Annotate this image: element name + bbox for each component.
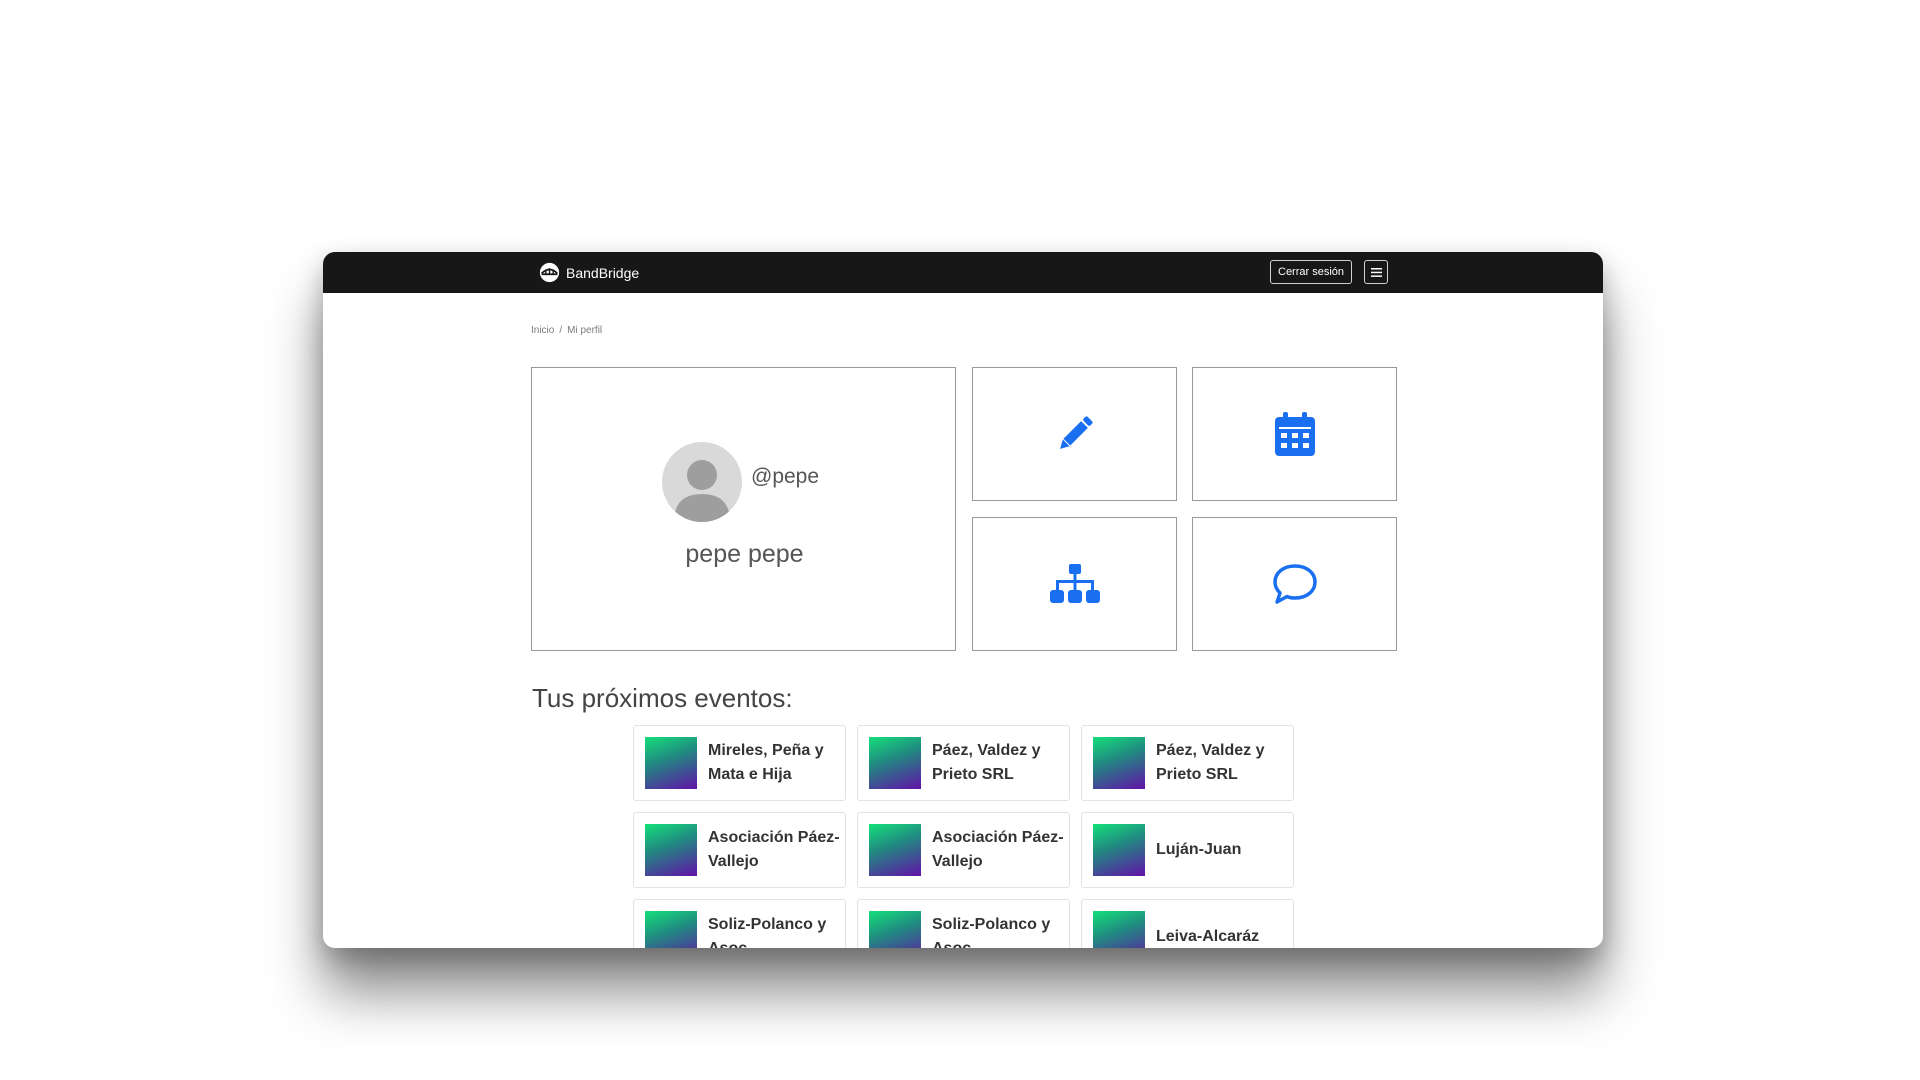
event-card[interactable]: Páez, Valdez y Prieto SRL xyxy=(857,725,1070,801)
event-name: Soliz-Polanco y Asoc. xyxy=(708,916,827,948)
pencil-icon xyxy=(1059,416,1093,449)
event-thumbnail xyxy=(645,737,697,789)
event-thumbnail xyxy=(869,911,921,948)
event-name: Luján-Juan xyxy=(1156,841,1242,858)
breadcrumb: Inicio / Mi perfil xyxy=(531,325,602,336)
events-grid: Mireles, Peña y Mata e Hija Páez, Valdez… xyxy=(633,725,1294,948)
event-thumbnail xyxy=(645,824,697,876)
calendar-icon xyxy=(1274,412,1315,456)
browser-window: BandBridge Cerrar sesión Inicio / Mi per… xyxy=(323,252,1603,948)
brand-link[interactable]: BandBridge xyxy=(539,262,639,283)
event-name: Soliz-Polanco y Asoc. xyxy=(932,916,1051,948)
event-card[interactable]: Soliz-Polanco y Asoc. xyxy=(633,899,846,948)
upcoming-events-title: Tus próximos eventos: xyxy=(532,683,793,713)
avatar xyxy=(662,442,742,522)
breadcrumb-home-link[interactable]: Inicio xyxy=(531,325,554,336)
event-name: Leiva-Alcaráz xyxy=(1156,928,1260,945)
event-thumbnail xyxy=(1093,911,1145,948)
messages-tile[interactable] xyxy=(1192,517,1397,651)
bridge-logo-icon xyxy=(539,262,560,283)
logout-button[interactable]: Cerrar sesión xyxy=(1270,260,1353,284)
event-thumbnail xyxy=(645,911,697,948)
event-card[interactable]: Asociación Páez-Vallejo xyxy=(633,812,846,888)
event-card[interactable]: Páez, Valdez y Prieto SRL xyxy=(1081,725,1294,801)
chat-bubble-icon xyxy=(1272,564,1317,604)
brand-name: BandBridge xyxy=(566,264,640,281)
event-card[interactable]: Luján-Juan xyxy=(1081,812,1294,888)
edit-profile-tile[interactable] xyxy=(972,367,1177,501)
event-thumbnail xyxy=(1093,824,1145,876)
sitemap-icon xyxy=(1049,564,1100,603)
user-placeholder-icon xyxy=(674,460,730,522)
event-thumbnail xyxy=(1093,737,1145,789)
event-name: Páez, Valdez y Prieto SRL xyxy=(1156,742,1265,783)
profile-full-name: pepe pepe xyxy=(685,540,804,568)
event-thumbnail xyxy=(869,737,921,789)
breadcrumb-separator: / xyxy=(559,325,563,336)
organization-tile[interactable] xyxy=(972,517,1177,651)
profile-username: @pepe xyxy=(751,465,820,488)
event-name: Asociación Páez-Vallejo xyxy=(932,829,1064,870)
profile-card: @pepe pepe pepe xyxy=(531,367,956,651)
event-name: Asociación Páez-Vallejo xyxy=(708,829,840,870)
event-thumbnail xyxy=(869,824,921,876)
event-card[interactable]: Soliz-Polanco y Asoc. xyxy=(857,899,1070,948)
menu-toggle-button[interactable] xyxy=(1364,260,1388,284)
navbar: BandBridge Cerrar sesión xyxy=(323,252,1603,293)
event-card[interactable]: Asociación Páez-Vallejo xyxy=(857,812,1070,888)
event-name: Páez, Valdez y Prieto SRL xyxy=(932,742,1041,783)
hamburger-icon xyxy=(1370,267,1382,277)
event-name: Mireles, Peña y Mata e Hija xyxy=(708,742,824,783)
breadcrumb-current: Mi perfil xyxy=(567,325,603,336)
event-card[interactable]: Mireles, Peña y Mata e Hija xyxy=(633,725,846,801)
calendar-tile[interactable] xyxy=(1192,367,1397,501)
event-card[interactable]: Leiva-Alcaráz xyxy=(1081,899,1294,948)
